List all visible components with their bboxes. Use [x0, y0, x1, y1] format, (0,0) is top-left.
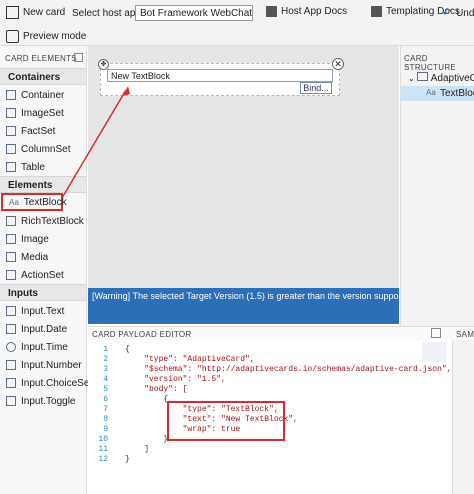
sample-data-panel: [452, 340, 474, 494]
editor-minimap: [422, 342, 446, 362]
line-number: 12: [98, 455, 108, 464]
sample-data-tab[interactable]: SAMP: [456, 330, 474, 339]
card-structure-title: CARD STRUCTURE: [404, 54, 457, 72]
highlight-box: [167, 401, 285, 441]
version-warning-banner: [Warning] The selected Target Version (1…: [88, 288, 399, 324]
code-text: "body": [: [125, 385, 188, 394]
line-number: 2: [103, 355, 108, 364]
textblock-icon: Aa: [426, 88, 436, 97]
line-number: 4: [103, 375, 108, 384]
code-text: {: [125, 395, 169, 404]
editor-header: CARD PAYLOAD EDITOR SAMP: [88, 326, 474, 340]
line-number: 10: [98, 435, 108, 444]
line-number: 3: [103, 365, 108, 374]
structure-item-textblock[interactable]: Aa TextBlock: [401, 86, 474, 101]
card-structure-panel: CARD STRUCTURE ⌄ AdaptiveC... Aa TextBlo…: [400, 46, 474, 326]
line-number: 7: [103, 405, 108, 414]
code-text: {: [125, 345, 130, 354]
line-number: 6: [103, 395, 108, 404]
line-number: 1: [103, 345, 108, 354]
card-icon: [417, 72, 429, 81]
chevron-down-icon: ⌄: [408, 74, 415, 83]
collapse-icon[interactable]: [431, 328, 441, 338]
code-text: "type": "AdaptiveCard",: [125, 355, 255, 364]
structure-item-adaptivecard[interactable]: ⌄ AdaptiveC...: [408, 72, 474, 84]
line-number: 11: [98, 445, 108, 454]
code-text: }: [125, 455, 130, 464]
code-text: }: [125, 435, 169, 444]
structure-label: TextBlock: [440, 88, 474, 99]
code-text: "version": "1.5",: [125, 375, 226, 384]
code-text: ]: [125, 445, 150, 454]
code-text: "$schema": "http://adaptivecards.io/sche…: [125, 365, 452, 374]
structure-label: AdaptiveC...: [430, 73, 474, 84]
editor-title: CARD PAYLOAD EDITOR: [92, 330, 192, 339]
line-number: 9: [103, 425, 108, 434]
line-number: 5: [103, 385, 108, 394]
line-number: 8: [103, 415, 108, 424]
